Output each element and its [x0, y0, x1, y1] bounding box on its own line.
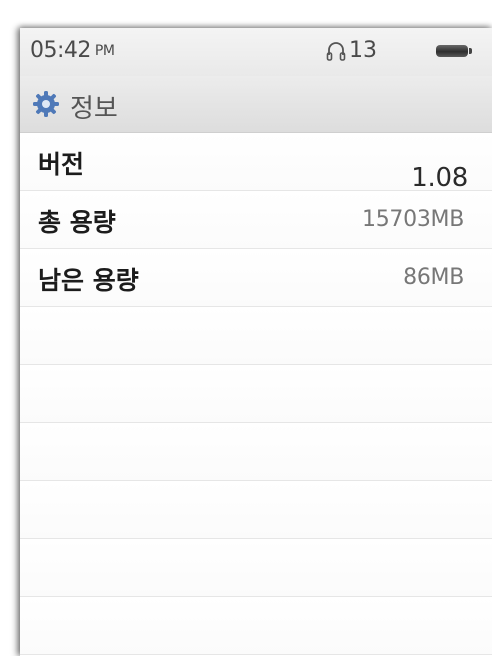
version-value: 1.08: [411, 163, 468, 193]
status-clock: 05:42: [30, 38, 91, 63]
list-item-empty: [20, 365, 492, 423]
list-item-empty: [20, 423, 492, 481]
status-ampm: PM: [94, 43, 115, 59]
gear-icon: [33, 91, 59, 117]
page-title: 정보: [70, 94, 118, 124]
list-item-free-capacity[interactable]: 남은 용량 86MB: [20, 249, 492, 307]
list-item-empty: [20, 597, 492, 655]
list-item-label: 총 용량: [38, 208, 116, 237]
status-bar: 05:42 PM 13: [20, 28, 492, 76]
list-item-empty: [20, 481, 492, 539]
total-capacity-value: 15703MB: [362, 207, 464, 232]
status-time: 05:42 PM: [30, 38, 115, 63]
list-item-empty: [20, 539, 492, 597]
device-screen: 05:42 PM 13 정보 버전 1.08 총 용량 15703MB 남은 용…: [20, 28, 492, 656]
list-item-version[interactable]: 버전 1.08: [20, 133, 492, 193]
list-item-total-capacity[interactable]: 총 용량 15703MB: [20, 191, 492, 249]
battery-icon: [436, 45, 472, 57]
headphones-icon: [326, 41, 346, 61]
list-item-label: 남은 용량: [38, 266, 139, 295]
list-item-empty: [20, 307, 492, 365]
audio-indicator: 13: [326, 38, 377, 63]
title-bar: 정보: [20, 76, 492, 133]
list-item-label: 버전: [38, 150, 85, 179]
free-capacity-value: 86MB: [403, 265, 464, 290]
info-list: 버전 1.08 총 용량 15703MB 남은 용량 86MB: [20, 133, 492, 655]
audio-count: 13: [349, 38, 377, 63]
